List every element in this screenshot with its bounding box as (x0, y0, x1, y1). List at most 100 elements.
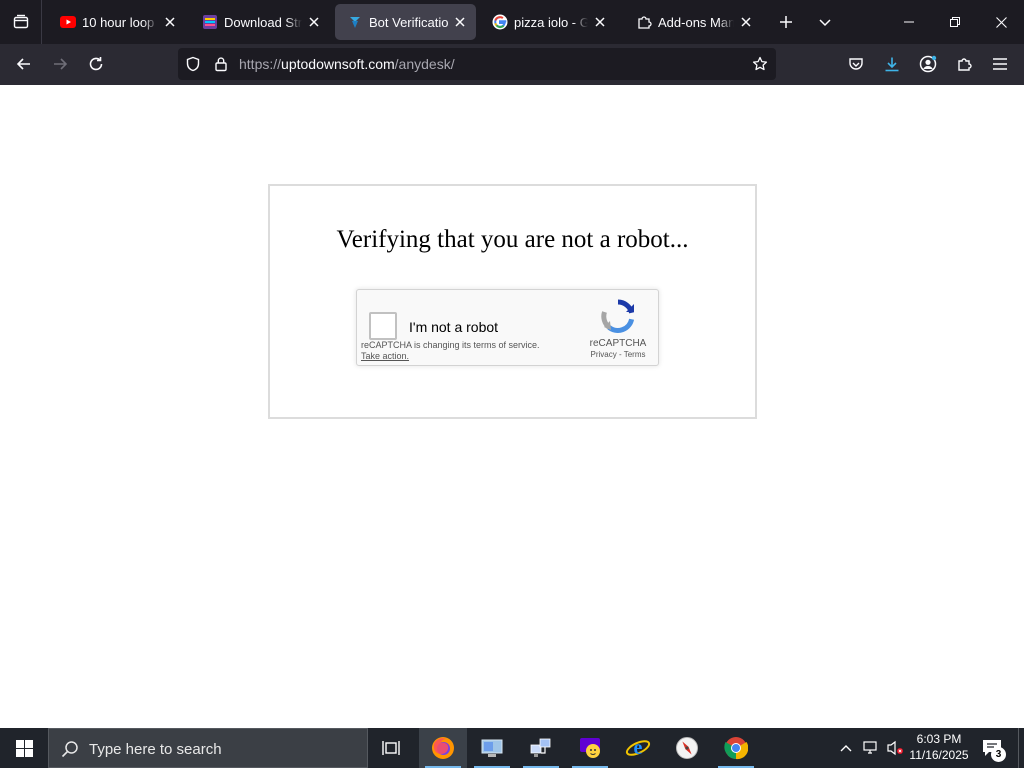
bookmark-star-icon[interactable] (752, 56, 768, 72)
plus-icon (780, 16, 792, 28)
url-text[interactable]: https://uptodownsoft.com/anydesk/ (239, 56, 455, 72)
arrow-left-icon (16, 58, 30, 70)
search-icon (61, 741, 78, 758)
shield-icon[interactable] (185, 56, 201, 72)
account-button[interactable] (912, 48, 944, 80)
recaptcha-checkbox[interactable] (369, 312, 397, 340)
tab-youtube[interactable]: 10 hour loop playlist (48, 4, 186, 40)
puzzle-icon (958, 58, 972, 71)
back-button[interactable] (8, 48, 40, 80)
youtube-icon (60, 14, 76, 30)
downloads-button[interactable] (876, 48, 908, 80)
svg-text:e: e (634, 737, 643, 759)
minimize-button[interactable] (886, 0, 932, 44)
lock-icon[interactable] (213, 56, 229, 72)
tab-strip: 10 hour loop playlist Download Strong Bo… (0, 0, 1024, 44)
taskbar-compass-app[interactable] (663, 728, 711, 768)
extensions-button[interactable] (948, 48, 980, 80)
list-all-tabs-button[interactable] (809, 6, 841, 38)
recaptcha-widget: I'm not a robot reCAPTCHA is changing it… (356, 289, 659, 366)
close-icon[interactable] (452, 14, 468, 30)
search-placeholder: Type here to search (89, 741, 222, 758)
chrome-icon (724, 737, 748, 760)
minimize-icon (904, 21, 914, 23)
page-content: Verifying that you are not a robot... I'… (0, 85, 1024, 728)
clock-date: 11/16/2025 (909, 748, 969, 762)
notification-count-badge: 3 (991, 747, 1006, 762)
puzzle-icon (636, 14, 652, 30)
take-action-link[interactable]: Take action. (361, 351, 540, 362)
compass-icon (676, 737, 698, 759)
tab-label: Bot Verification (369, 14, 448, 30)
system-clock[interactable]: 6:03 PM 11/16/2025 (906, 731, 972, 763)
close-icon (995, 16, 1007, 28)
firefox-view-icon (13, 14, 28, 29)
google-icon (492, 14, 508, 30)
color-bars-icon (202, 14, 218, 30)
url-host: uptodownsoft.com (281, 56, 395, 72)
show-hidden-icons-button[interactable] (836, 738, 856, 758)
forward-button[interactable] (44, 48, 76, 80)
show-desktop-button[interactable] (1018, 728, 1024, 768)
task-view-button[interactable] (368, 728, 416, 768)
taskbar-file-manager[interactable] (468, 728, 516, 768)
restore-button[interactable] (932, 0, 978, 44)
menu-button[interactable] (984, 48, 1016, 80)
recaptcha-privacy-terms[interactable]: Privacy - Terms (577, 350, 659, 359)
firefox-view-button[interactable] (0, 0, 42, 44)
tab-google-search[interactable]: pizza iolo - Google (480, 4, 616, 40)
reload-icon (89, 57, 103, 71)
arrow-right-icon (54, 58, 68, 70)
task-view-icon (382, 741, 400, 755)
close-icon[interactable] (306, 14, 322, 30)
close-icon[interactable] (162, 14, 178, 30)
monitor-app-icon (481, 739, 503, 757)
volume-muted-icon (887, 740, 903, 756)
account-icon (919, 55, 937, 73)
close-icon[interactable] (738, 14, 754, 30)
close-icon[interactable] (592, 14, 608, 30)
reload-button[interactable] (80, 48, 112, 80)
tab-addons-manager[interactable]: Add-ons Manager (624, 4, 762, 40)
taskbar-search-box[interactable]: Type here to search (48, 728, 368, 768)
recaptcha-label: I'm not a robot (409, 319, 499, 335)
tab-label: Add-ons Manager (658, 14, 734, 30)
address-bar[interactable]: https://uptodownsoft.com/anydesk/ (178, 48, 776, 80)
chevron-down-icon (819, 19, 831, 27)
chevron-up-icon (840, 745, 852, 752)
taskbar-network-app[interactable] (517, 728, 565, 768)
firefox-icon (432, 737, 454, 759)
tab-label: pizza iolo - Google (514, 14, 588, 30)
navigation-toolbar: https://uptodownsoft.com/anydesk/ (0, 44, 1024, 85)
recaptcha-brand: reCAPTCHA (589, 338, 647, 349)
volume-tray-button[interactable] (885, 738, 905, 758)
network-tray-button[interactable] (861, 738, 881, 758)
pocket-icon (849, 58, 863, 70)
url-scheme: https:// (239, 56, 282, 72)
new-tab-button[interactable] (770, 6, 802, 38)
close-window-button[interactable] (978, 0, 1024, 44)
recaptcha-logo-icon (601, 299, 635, 333)
windows-logo-icon (15, 739, 33, 757)
taskbar-yahoo-app[interactable] (566, 728, 614, 768)
taskbar-internet-explorer[interactable]: e (614, 728, 662, 768)
windows-taskbar: Type here to search e 6:03 PM 11/16/2025… (0, 728, 1024, 768)
pocket-button[interactable] (840, 48, 872, 80)
internet-explorer-icon: e (625, 737, 651, 759)
yahoo-emoji-icon (580, 738, 600, 758)
download-icon (885, 57, 899, 72)
tab-download-strong[interactable]: Download Strong (190, 4, 330, 40)
recaptcha-notice-text: reCAPTCHA is changing its terms of servi… (361, 340, 540, 350)
clock-time: 6:03 PM (916, 732, 962, 746)
recaptcha-notice: reCAPTCHA is changing its terms of servi… (361, 340, 540, 362)
download-arrow-icon (347, 14, 363, 30)
url-path: /anydesk/ (394, 56, 455, 72)
taskbar-chrome[interactable] (712, 728, 760, 768)
tab-bot-verification[interactable]: Bot Verification (335, 4, 476, 40)
restore-icon (950, 17, 960, 27)
hamburger-menu-icon (993, 58, 1007, 70)
taskbar-firefox[interactable] (419, 728, 467, 768)
page-title: Verifying that you are not a robot... (336, 226, 689, 253)
start-button[interactable] (0, 728, 48, 768)
verification-panel: Verifying that you are not a robot... I'… (268, 184, 757, 419)
